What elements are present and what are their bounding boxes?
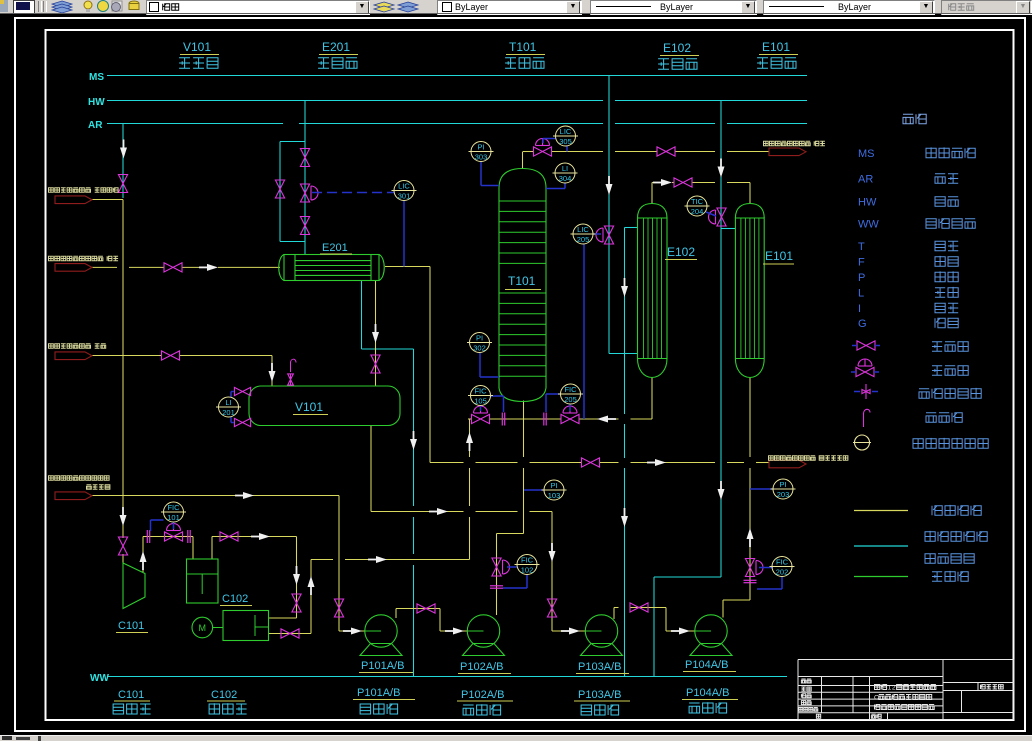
svg-text:204: 204 — [691, 207, 704, 216]
svg-text:PI: PI — [779, 480, 786, 489]
svg-text:C: C — [874, 694, 879, 701]
svg-text:FIC: FIC — [776, 558, 789, 567]
svg-text:MS: MS — [89, 72, 104, 83]
svg-text:305: 305 — [559, 137, 572, 146]
svg-text:P104A/B: P104A/B — [686, 687, 729, 699]
svg-text:T: T — [858, 241, 865, 253]
svg-text:P103A/B: P103A/B — [578, 689, 621, 701]
svg-text:T101: T101 — [508, 274, 536, 288]
svg-text:LIC: LIC — [560, 127, 572, 136]
svg-text:E201: E201 — [322, 242, 348, 254]
svg-text:LI: LI — [562, 164, 568, 173]
svg-text:PI: PI — [476, 334, 483, 343]
svg-text:TIC: TIC — [691, 197, 704, 206]
svg-text:I: I — [858, 303, 861, 315]
svg-text:HW: HW — [88, 97, 105, 108]
svg-text:FIC: FIC — [521, 556, 534, 565]
svg-text:201: 201 — [222, 408, 235, 417]
svg-text:P101A/B: P101A/B — [357, 687, 400, 699]
svg-text:E101: E101 — [765, 249, 793, 263]
svg-text:202: 202 — [776, 568, 789, 577]
svg-text:205: 205 — [577, 235, 590, 244]
svg-text:P: P — [858, 272, 865, 284]
svg-text:P102A/B: P102A/B — [460, 661, 503, 673]
svg-text:FIC: FIC — [167, 503, 180, 512]
svg-text:WW: WW — [858, 219, 879, 231]
svg-text:103: 103 — [548, 491, 561, 500]
svg-text:F: F — [858, 257, 865, 269]
svg-text:L: L — [858, 288, 864, 300]
svg-text:303: 303 — [475, 153, 488, 162]
svg-text:102: 102 — [521, 566, 534, 575]
svg-text:P103A/B: P103A/B — [578, 661, 621, 673]
svg-text:2: 2 — [892, 684, 896, 691]
svg-text:302: 302 — [473, 344, 486, 353]
svg-text:P101A/B: P101A/B — [361, 660, 404, 672]
svg-text:E102: E102 — [667, 245, 695, 259]
svg-text:P104A/B: P104A/B — [685, 659, 728, 671]
svg-text:E201: E201 — [322, 40, 350, 54]
svg-text:C101: C101 — [118, 689, 144, 701]
svg-text:205: 205 — [564, 395, 577, 404]
svg-text:MS: MS — [858, 148, 875, 160]
svg-text:P102A/B: P102A/B — [461, 689, 504, 701]
svg-text:FIC: FIC — [564, 385, 577, 394]
svg-text:PI: PI — [550, 481, 557, 490]
svg-text:PI: PI — [477, 143, 484, 152]
svg-text:301: 301 — [398, 192, 411, 201]
svg-text:C102: C102 — [222, 593, 248, 605]
svg-text:203: 203 — [777, 490, 790, 499]
svg-text:AR: AR — [88, 120, 103, 131]
svg-text:101: 101 — [167, 513, 180, 522]
svg-text:105: 105 — [474, 397, 487, 406]
svg-text:WW: WW — [90, 673, 109, 684]
svg-text:E102: E102 — [663, 41, 691, 55]
svg-text:304: 304 — [559, 174, 572, 183]
svg-text:C102: C102 — [211, 689, 237, 701]
svg-text:M: M — [199, 623, 207, 633]
svg-text:LIC: LIC — [577, 225, 589, 234]
svg-text:V101: V101 — [295, 400, 323, 414]
svg-text:LI: LI — [225, 398, 231, 407]
svg-text:V101: V101 — [183, 40, 211, 54]
svg-text:AR: AR — [858, 174, 873, 186]
svg-text:E101: E101 — [762, 40, 790, 54]
svg-text:T101: T101 — [509, 40, 537, 54]
svg-text:FIC: FIC — [474, 387, 487, 396]
svg-text:C101: C101 — [118, 620, 144, 632]
svg-text:HW: HW — [858, 197, 877, 209]
svg-text:G: G — [858, 318, 867, 330]
svg-text:LIC: LIC — [398, 182, 410, 191]
